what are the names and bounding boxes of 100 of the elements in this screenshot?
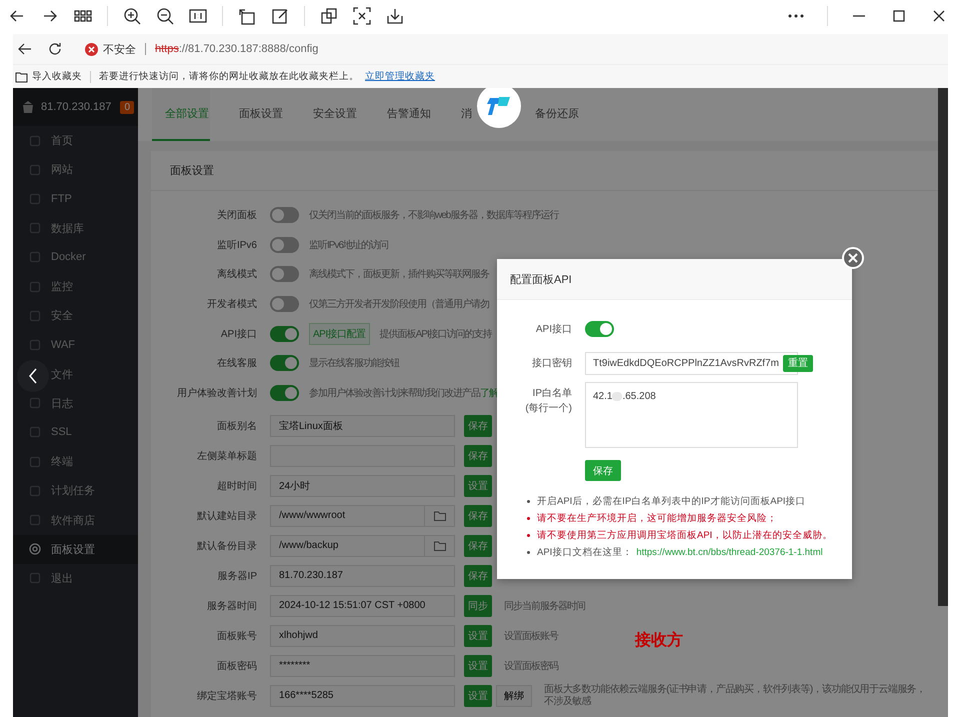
back-arrow-icon[interactable] (17, 41, 33, 57)
sidebar-item[interactable]: 安全 (13, 301, 138, 330)
toggle-switch[interactable] (270, 266, 299, 282)
sidebar-item[interactable]: WAF (13, 330, 138, 360)
input-field[interactable]: ******** (270, 654, 455, 677)
setting-label: 服务器IP (216, 570, 257, 583)
api-config-button[interactable]: API接口配置 (309, 322, 370, 345)
input-field[interactable]: xlhohjwd (270, 624, 455, 647)
note-text: API接口文档在这里： (537, 546, 632, 559)
action-button[interactable]: 保存 (464, 444, 492, 467)
setting-label: 用户体验改善计划 (176, 386, 257, 400)
toggle-switch[interactable] (270, 236, 299, 253)
docs-link[interactable]: https://www.bt.cn/bbs/thread-20376-1-1.html (636, 547, 823, 558)
action-button[interactable]: 保存 (464, 504, 492, 527)
setting-label: 离线模式 (216, 268, 257, 282)
annotation-text: 接收方 (635, 630, 683, 651)
toggle-switch[interactable] (270, 384, 299, 401)
server-address: 81.70.230.187 (41, 101, 112, 113)
action-button[interactable]: 保存 (464, 414, 492, 437)
sidebar-item[interactable]: 软件商店 (13, 505, 138, 535)
field-label: 接口密钥 (531, 356, 572, 370)
action-button[interactable]: 同步 (464, 594, 492, 617)
setting-description: 离线模式下，面板更新，插件购买等联网服务 (309, 268, 489, 282)
manage-favorites-link[interactable]: 立即管理收藏夹 (365, 70, 435, 83)
url-text: https://81.70.230.187:8888/config (155, 43, 318, 55)
field-label: API接口 (534, 322, 572, 336)
actual-size-icon[interactable] (189, 7, 207, 25)
sidebar-item[interactable]: 计划任务 (13, 476, 138, 506)
action-button[interactable]: 保存 (464, 564, 492, 587)
setting-description: 面板大多数功能依赖云端服务(证书申请，产品购买，软件列表等)，该功能仅用于云端服务，不涉及敏感 (544, 684, 926, 708)
action-button[interactable]: 设置 (464, 654, 492, 677)
tab[interactable]: 告警通知 (374, 88, 432, 141)
input-field[interactable]: 81.70.230.187 (270, 564, 455, 587)
folder-icon (434, 540, 446, 551)
toggle-switch[interactable] (585, 321, 614, 337)
chevron-left-icon (28, 368, 38, 384)
input-field[interactable]: 宝塔Linux面板 (270, 414, 455, 437)
import-favorites-button[interactable]: 导入收藏夹 (15, 70, 82, 83)
tab[interactable]: 面板设置 (226, 88, 284, 141)
setting-label: 面板账号 (216, 630, 257, 643)
tab[interactable]: 消 (448, 88, 473, 141)
notification-badge[interactable]: 0 (120, 100, 134, 114)
sidebar-item[interactable]: Docker (13, 242, 138, 272)
copy-text-icon[interactable] (320, 7, 338, 25)
sidebar-item[interactable]: 网站 (13, 155, 138, 184)
scan-icon[interactable] (353, 7, 371, 25)
setting-label: 开发者模式 (206, 298, 257, 311)
folder-picker-button[interactable] (425, 534, 455, 557)
tab[interactable]: 安全设置 (300, 88, 358, 141)
setting-label: 面板密码 (216, 660, 257, 673)
refresh-icon[interactable] (47, 41, 63, 57)
close-icon (847, 252, 859, 264)
sidebar-item[interactable]: 首页 (13, 126, 138, 156)
toggle-switch[interactable] (270, 326, 299, 342)
setting-label: 绑定宝塔账号 (196, 690, 257, 703)
input-field[interactable]: 2024-10-12 15:51:07 CST +0800 (270, 594, 455, 617)
setting-label: 超时时间 (216, 480, 257, 493)
scrollbar[interactable] (938, 88, 948, 606)
input-field[interactable]: 166****5285 (270, 684, 455, 707)
toggle-switch[interactable] (270, 355, 299, 372)
zoom-in-icon[interactable] (123, 7, 141, 25)
setting-description: 仅关闭当前的面板服务，不影响web服务器，数据库等程序运行 (309, 208, 558, 222)
toggle-switch[interactable] (270, 206, 299, 223)
field-label: IP白名单 (532, 388, 572, 400)
sidebar-item[interactable]: 终端 (13, 447, 138, 476)
sidebar-item[interactable]: 日志 (13, 388, 138, 418)
folder-icon (15, 70, 28, 82)
download-icon[interactable] (386, 7, 404, 25)
input-field[interactable]: /www/wwwroot (270, 504, 425, 527)
toggle-switch[interactable] (270, 296, 299, 312)
favorites-hint: 若要进行快速访问，请将你的网址收藏放在此收藏夹栏上。 (99, 70, 359, 83)
rotate-icon[interactable] (238, 7, 256, 25)
sidebar-item[interactable]: 退出 (13, 564, 138, 593)
setting-label: 监听IPv6 (216, 238, 257, 252)
action-button[interactable]: 设置 (464, 474, 492, 497)
sidebar-item[interactable]: SSL (13, 418, 138, 448)
unbind-button[interactable]: 解绑 (496, 684, 532, 707)
action-button[interactable]: 保存 (464, 534, 492, 557)
save-button[interactable]: 保存 (585, 460, 621, 481)
sidebar-item[interactable]: FTP (13, 184, 138, 214)
setting-description: 显示在线客服功能按钮 (309, 356, 399, 370)
whitelist-textarea[interactable]: 42.1 .65.208 (585, 382, 798, 448)
tab[interactable]: 备份还原 (522, 88, 580, 141)
reset-button[interactable]: 重置 (782, 354, 813, 372)
sidebar-item[interactable]: 面板设置 (13, 534, 138, 564)
action-button[interactable]: 设置 (464, 624, 492, 647)
edit-icon[interactable] (271, 7, 289, 25)
zoom-out-icon[interactable] (156, 7, 174, 25)
setting-label: 在线客服 (216, 356, 257, 370)
folder-picker-button[interactable] (425, 504, 455, 527)
folder-icon (434, 510, 446, 521)
input-field[interactable]: /www/backup (270, 534, 425, 557)
action-button[interactable]: 设置 (464, 684, 492, 707)
input-field[interactable]: 24小时 (270, 474, 455, 497)
address-field[interactable]: 不安全 https://81.70.230.187:8888/config (85, 42, 318, 56)
setting-label: 服务器时间 (206, 600, 257, 613)
sidebar-item[interactable]: 监控 (13, 272, 138, 302)
tab[interactable]: 全部设置 (152, 88, 210, 141)
sidebar-item[interactable]: 数据库 (13, 214, 138, 243)
setting-description: 监听IPv6地址的访问 (309, 238, 388, 252)
